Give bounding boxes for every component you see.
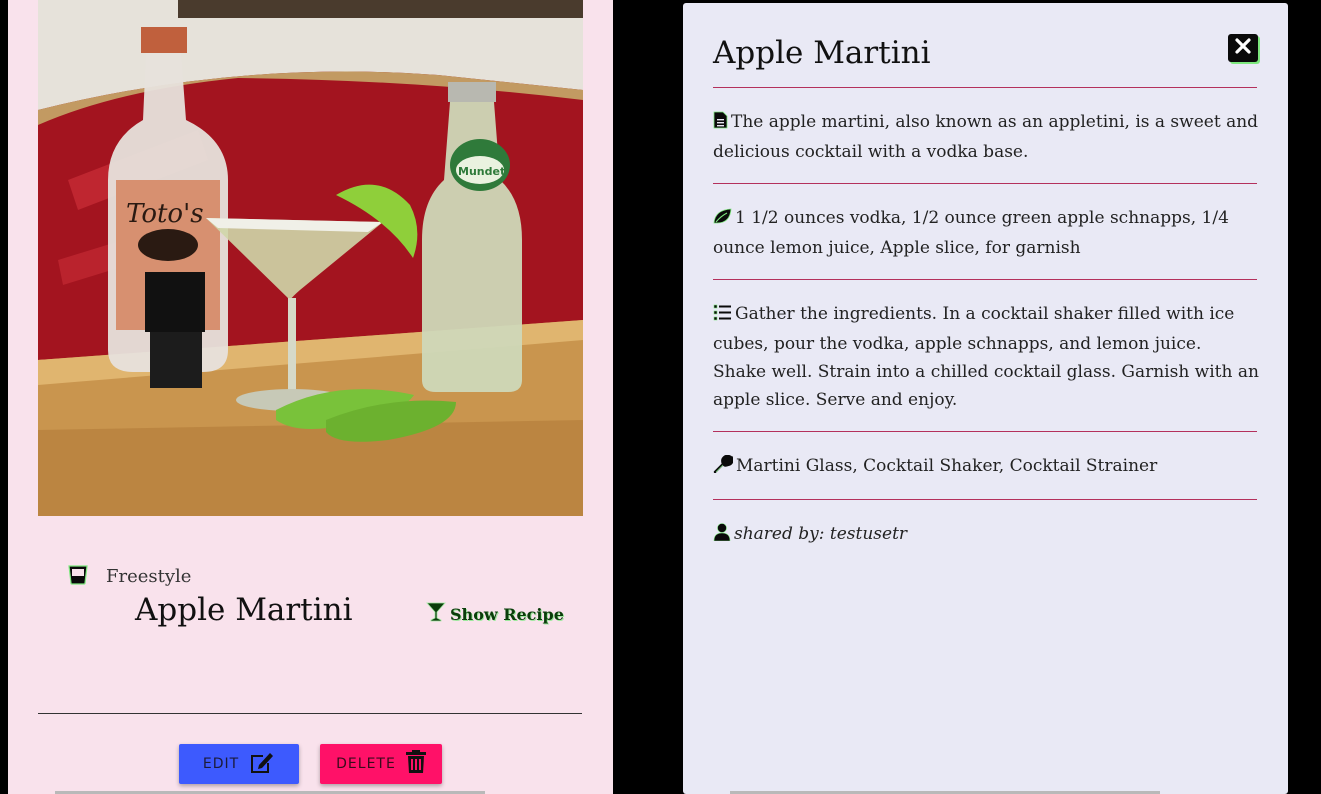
card-divider (38, 713, 582, 714)
recipe-modal: Apple Martini The apple martini, also kn… (683, 3, 1288, 794)
card-title: Apple Martini (135, 592, 353, 628)
modal-divider (713, 279, 1257, 280)
shared-by-section: shared by: testusetr (713, 520, 1259, 550)
svg-text:Toto's: Toto's (126, 199, 204, 229)
svg-text:Mundet: Mundet (458, 165, 505, 178)
user-icon (713, 522, 731, 550)
leaf-icon (713, 206, 732, 234)
edit-button[interactable]: EDIT (179, 744, 299, 784)
modal-divider (713, 183, 1257, 184)
modal-divider (713, 499, 1257, 500)
instructions-text: Gather the ingredients. In a cocktail sh… (713, 304, 1259, 410)
show-recipe-label: Show Recipe (450, 604, 564, 624)
modal-divider (713, 431, 1257, 432)
close-button[interactable] (1228, 34, 1258, 62)
description-text: The apple martini, also known as an appl… (713, 112, 1259, 162)
show-recipe-link[interactable]: Show Recipe (426, 602, 564, 626)
delete-button-label: DELETE (336, 756, 396, 772)
edit-icon (249, 750, 275, 778)
file-text-icon (713, 110, 728, 138)
delete-button[interactable]: DELETE (320, 744, 442, 784)
recipe-card: Toto's Mundet Freestyle Apple Martini Sh… (8, 0, 613, 794)
close-icon (1234, 37, 1252, 59)
category-label: Freestyle (106, 566, 192, 587)
modal-title: Apple Martini (713, 35, 931, 71)
cocktail-photo: Toto's Mundet (38, 0, 583, 516)
edit-button-label: EDIT (202, 756, 240, 772)
ingredients-text: 1 1/2 ounces vodka, 1/2 ounce green appl… (713, 208, 1229, 258)
shared-by-text: shared by: testusetr (734, 524, 908, 544)
instructions-section: Gather the ingredients. In a cocktail sh… (713, 300, 1259, 414)
tools-text: Martini Glass, Cocktail Shaker, Cocktail… (736, 456, 1158, 476)
martini-glass-icon (426, 602, 446, 626)
tools-section: Martini Glass, Cocktail Shaker, Cocktail… (713, 452, 1259, 482)
glass-icon (67, 565, 89, 585)
wrench-icon (713, 454, 735, 482)
modal-divider (713, 87, 1257, 88)
list-icon (713, 302, 732, 330)
trash-icon (405, 750, 426, 778)
ingredients-section: 1 1/2 ounces vodka, 1/2 ounce green appl… (713, 204, 1259, 262)
description-section: The apple martini, also known as an appl… (713, 108, 1259, 166)
